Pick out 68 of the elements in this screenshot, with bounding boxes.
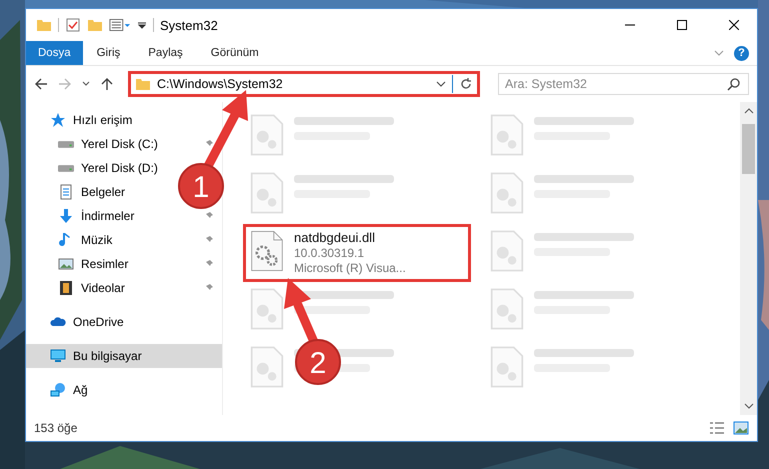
blurred-file-icon [490,114,524,156]
recent-caret-icon[interactable] [82,81,90,87]
download-arrow-icon [58,208,74,224]
drive-icon [58,140,74,148]
large-icons-view-icon[interactable] [733,421,749,435]
item-count: 153 öğe [34,421,78,435]
customize-caret-icon[interactable] [137,20,147,30]
sidebar-item[interactable]: Yerel Disk (D:) [26,156,166,180]
back-arrow-icon[interactable] [34,77,48,91]
ribbon-tab[interactable]: Görünüm [196,41,273,65]
details-view-icon[interactable] [709,421,725,435]
blurred-file-icon [250,172,284,214]
close-icon [729,20,739,30]
monitor-icon [50,348,66,364]
sidebar-item[interactable]: Belgeler [26,180,134,204]
step-circle [295,339,341,385]
file-detail: Microsoft (R) Visua... [294,261,406,275]
step-circle [178,163,224,209]
file-detail: 10.0.30319.1 [294,246,366,260]
star-icon [50,112,66,128]
drive-icon [58,164,74,172]
sidebar-item[interactable]: Müzik [26,228,222,252]
step-number: 2 [310,347,326,380]
blurred-file-icon [250,346,284,388]
properties-icon[interactable] [65,17,81,33]
sidebar-item[interactable]: OneDrive [26,310,132,334]
ribbon-tab[interactable]: Paylaş [134,41,197,65]
blurred-file-icon [490,230,524,272]
scroll-up-icon[interactable] [744,108,754,114]
view-dropdown-icon[interactable] [109,17,131,33]
blurred-file-icon [490,346,524,388]
sidebar-item[interactable]: Resimler [26,252,222,276]
sidebar-item[interactable]: Yerel Disk (C:) [26,132,222,156]
dropdown-caret-icon[interactable] [436,81,446,87]
picture-icon [58,256,74,272]
scroll-thumb[interactable] [742,124,755,174]
sidebar-item[interactable]: Ağ [26,378,96,402]
sidebar-item[interactable]: Hızlı erişim [26,108,140,132]
film-icon [58,280,74,296]
maximize-icon [677,20,687,30]
search-icon[interactable] [727,77,741,91]
scrollbar[interactable] [740,102,757,415]
search-field[interactable]: Ara: System32 [498,73,749,95]
document-icon [58,184,74,200]
window-title: System32 [160,18,218,32]
blurred-file-icon [250,288,284,330]
blurred-file-icon [490,172,524,214]
sidebar-item[interactable]: İndirmeler [26,204,222,228]
blurred-file-icon [250,114,284,156]
file-name: natdbgdeui.dll [294,230,376,245]
dll-file-icon [250,230,284,272]
step-number: 1 [192,171,210,204]
refresh-icon[interactable] [459,77,473,91]
help-button[interactable]: ? [734,46,749,60]
address-bar[interactable]: C:\Windows\System32 [128,71,480,97]
folder-icon [36,17,52,33]
sidebar-item[interactable]: Videolar [26,276,222,300]
scroll-down-icon[interactable] [744,403,754,409]
up-arrow-icon[interactable] [100,77,114,91]
expand-ribbon-icon[interactable] [714,50,724,56]
ribbon-tab[interactable]: Dosya [26,41,83,65]
file-item[interactable]: natdbgdeui.dll 10.0.30319.1 Microsoft (R) Visua... [243,224,471,282]
folder-icon [135,76,151,92]
network-globe-icon [50,382,66,398]
blurred-file-icon [490,288,524,330]
sidebar-item[interactable]: Bu bilgisayar [26,344,222,368]
ribbon-tab[interactable]: Giriş [82,41,134,65]
minimize-icon [625,24,635,26]
